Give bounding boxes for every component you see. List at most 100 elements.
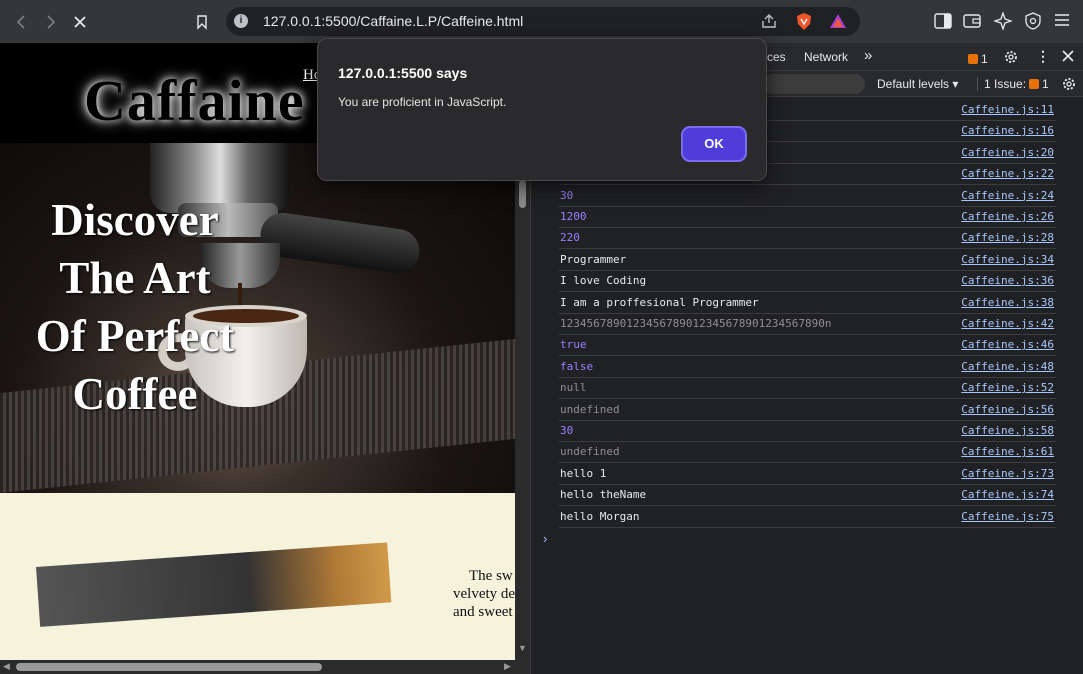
address-bar[interactable]: i 127.0.0.1:5500/Caffaine.L.P/Caffeine.h… — [226, 7, 860, 36]
console-log-message: 30 — [560, 424, 574, 437]
console-log-source-link[interactable]: Caffeine.js:36 — [961, 271, 1054, 291]
console-log-row: undefined Caffeine.js:56 — [559, 400, 1056, 421]
console-prompt-icon[interactable]: › — [543, 531, 547, 546]
issues-counter[interactable]: 1 Issue: 1 — [977, 77, 1049, 91]
intro-paragraph-line: velvety de — [453, 586, 515, 602]
console-settings-icon[interactable] — [1061, 76, 1077, 97]
console-log-row: hello theName Caffeine.js:74 — [559, 485, 1056, 507]
console-log-message: hello theName — [560, 488, 647, 502]
console-log-row: hello Morgan Caffeine.js:75 — [559, 507, 1056, 528]
scroll-down-arrow-icon[interactable]: ▼ — [518, 643, 527, 653]
console-log-row: 30 Caffeine.js:58 — [559, 421, 1056, 442]
console-log-message: I am a proffesional Programmer — [560, 295, 759, 309]
console-log-message: 220 — [560, 231, 580, 245]
console-log-message: undefined — [560, 402, 620, 416]
page-horizontal-scrollbar[interactable]: ◀ ▶ — [0, 660, 530, 674]
vpn-icon[interactable] — [1024, 12, 1042, 35]
console-log-source-link[interactable]: Caffeine.js:11 — [961, 100, 1054, 120]
console-log-row: I am a proffesional Programmer Caffeine.j… — [559, 293, 1056, 314]
scroll-left-arrow-icon[interactable]: ◀ — [3, 661, 10, 672]
brave-shields-icon[interactable] — [795, 12, 813, 36]
default-levels-dropdown[interactable]: Default levels ▾ — [877, 77, 958, 91]
brave-rewards-icon[interactable] — [829, 13, 847, 34]
cafe-photo — [36, 542, 392, 627]
console-log-row: 220 Caffeine.js:28 — [559, 228, 1056, 250]
console-log-message: 30 — [560, 188, 574, 202]
console-filter-input[interactable] — [763, 74, 865, 94]
dialog-title: 127.0.0.1:5500 says — [338, 65, 468, 81]
console-log-message: hello Morgan — [560, 509, 640, 523]
dialog-message: You are proficient in JavaScript. — [338, 95, 507, 109]
console-log-source-link[interactable]: Caffeine.js:48 — [961, 357, 1054, 377]
console-log-source-link[interactable]: Caffeine.js:42 — [961, 314, 1054, 334]
browser-toolbar: i 127.0.0.1:5500/Caffaine.L.P/Caffeine.h… — [0, 0, 1083, 43]
stop-loading-icon[interactable] — [66, 8, 94, 36]
console-log-row: 30 Caffeine.js:24 — [559, 186, 1056, 207]
scroll-right-arrow-icon[interactable]: ▶ — [504, 661, 511, 672]
share-icon[interactable] — [760, 13, 778, 34]
console-log-source-link[interactable]: Caffeine.js:20 — [961, 143, 1054, 163]
console-log-row: Programmer Caffeine.js:34 — [559, 250, 1056, 271]
intro-paragraph: The sw velvety de and sweet — [453, 567, 515, 621]
more-tabs-icon[interactable]: » — [864, 47, 872, 64]
console-log-message: undefined — [560, 445, 620, 459]
devtools-more-options-icon[interactable]: ⋮ — [1036, 48, 1050, 65]
site-logo: Caffaine — [84, 68, 305, 133]
console-log-source-link[interactable]: Caffeine.js:56 — [961, 400, 1054, 420]
console-log-source-link[interactable]: Caffeine.js:28 — [961, 228, 1054, 248]
console-log-row: hello 1 Caffeine.js:73 — [559, 464, 1056, 485]
console-log-source-link[interactable]: Caffeine.js:34 — [961, 250, 1054, 270]
console-log-message: true — [560, 338, 587, 352]
console-log-source-link[interactable]: Caffeine.js:26 — [961, 207, 1054, 227]
hero-section: Discover The Art Of Perfect Coffee — [0, 143, 515, 493]
intro-paragraph-line: The sw — [469, 568, 513, 584]
issue-flag-icon — [1029, 79, 1040, 89]
ok-button[interactable]: OK — [681, 126, 747, 162]
issues-label: 1 Issue: — [984, 77, 1027, 91]
console-log-message: 1234567890123456789012345678901234567890… — [560, 317, 832, 330]
hero-heading: Discover The Art Of Perfect Coffee — [35, 195, 235, 419]
console-log-row: true Caffeine.js:46 — [559, 335, 1056, 357]
sidebar-icon[interactable] — [934, 13, 952, 34]
alert-dialog: 127.0.0.1:5500 says You are proficient i… — [317, 38, 767, 181]
wallet-icon[interactable] — [963, 13, 981, 34]
console-log-message: hello 1 — [560, 466, 607, 480]
console-log-source-link[interactable]: Caffeine.js:74 — [961, 485, 1054, 505]
console-log-message: I love Coding — [560, 274, 647, 288]
console-log-source-link[interactable]: Caffeine.js:46 — [961, 335, 1054, 355]
menu-icon[interactable] — [1054, 13, 1070, 32]
console-log-source-link[interactable]: Caffeine.js:58 — [961, 421, 1054, 441]
tab-sources-partial[interactable]: ces — [767, 50, 786, 64]
console-log-row: 1200 Caffeine.js:26 — [559, 207, 1056, 228]
forward-icon[interactable] — [36, 8, 64, 36]
console-log-source-link[interactable]: Caffeine.js:24 — [961, 186, 1054, 206]
tab-network[interactable]: Network — [804, 50, 848, 64]
issue-flag-icon — [968, 54, 978, 64]
console-log-source-link[interactable]: Caffeine.js:73 — [961, 464, 1054, 484]
console-log-source-link[interactable]: Caffeine.js:16 — [961, 121, 1054, 141]
address-url: 127.0.0.1:5500/Caffaine.L.P/Caffeine.htm… — [263, 13, 524, 29]
scrollbar-thumb[interactable] — [16, 663, 322, 671]
scrollbar-thumb[interactable] — [519, 180, 526, 208]
console-log-source-link[interactable]: Caffeine.js:22 — [961, 164, 1054, 184]
console-log-message: Programmer — [560, 252, 627, 266]
console-log-row: false Caffeine.js:48 — [559, 357, 1056, 378]
console-log-row: 1234567890123456789012345678901234567890… — [559, 314, 1056, 335]
site-info-icon[interactable]: i — [234, 14, 248, 28]
console-log-source-link[interactable]: Caffeine.js:38 — [961, 293, 1054, 313]
devtools-close-icon[interactable] — [1061, 49, 1075, 68]
console-log-message: 1200 — [560, 210, 587, 223]
issues-badge[interactable]: 1 — [965, 50, 988, 68]
console-log-row: undefined Caffeine.js:61 — [559, 442, 1056, 464]
issues-badge-count: 1 — [981, 52, 988, 66]
portafilter-handle — [257, 210, 423, 276]
bookmark-icon[interactable] — [188, 8, 216, 36]
devtools-settings-icon[interactable] — [1003, 49, 1019, 70]
console-log-source-link[interactable]: Caffeine.js:75 — [961, 507, 1054, 527]
console-log-source-link[interactable]: Caffeine.js:61 — [961, 442, 1054, 462]
issues-count: 1 — [1042, 77, 1049, 91]
leo-ai-icon[interactable] — [992, 10, 1014, 35]
back-icon[interactable] — [8, 8, 36, 36]
console-log-source-link[interactable]: Caffeine.js:52 — [961, 378, 1054, 398]
console-log-message: false — [560, 359, 594, 373]
